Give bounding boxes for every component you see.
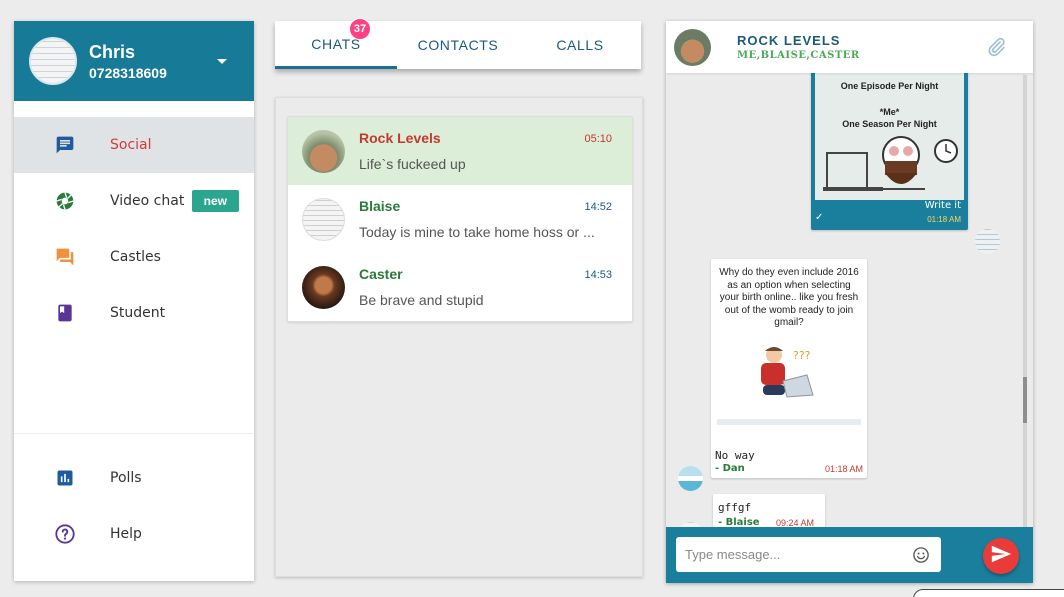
chat-icon [54, 134, 76, 156]
tab-contacts[interactable]: CONTACTS [397, 21, 519, 69]
nav-menu: Social Video chat new Castles Student [14, 117, 254, 341]
chat-time: 14:53 [584, 269, 612, 281]
profile-phone: 0728318609 [89, 64, 167, 81]
conversation-members: ME,BLAISE,CASTER [737, 50, 860, 61]
sidebar-item-label: Help [110, 526, 142, 542]
sidebar-item-castles[interactable]: Castles [14, 229, 254, 285]
avatar [678, 466, 703, 491]
chat-time: 14:52 [584, 201, 612, 213]
poll-icon [54, 467, 76, 489]
send-icon [990, 543, 1012, 570]
sidebar-item-label: Castles [110, 249, 161, 265]
chat-preview: Life`s fuckeed up [359, 156, 466, 172]
message-time: 01:18 AM [824, 464, 863, 474]
profile-name: Chris [89, 41, 136, 62]
meme-drawing [823, 136, 958, 191]
emoji-icon[interactable] [912, 546, 930, 564]
sidebar-item-label: Video chat [110, 193, 185, 209]
check-icon: ✓ [815, 212, 824, 223]
sidebar: Chris 0728318609 Social Video chat new C… [14, 21, 254, 581]
chat-list-item[interactable]: Caster Be brave and stupid 14:53 [288, 253, 632, 321]
message-text: No way [715, 449, 755, 462]
message-time: 09:24 AM [776, 518, 815, 527]
chat-preview: Be brave and stupid [359, 292, 484, 308]
svg-text:???: ??? [793, 349, 811, 362]
message-text: Write it [924, 200, 961, 211]
profile-header[interactable]: Chris 0728318609 [14, 21, 254, 101]
avatar [302, 129, 345, 173]
message-author: - Blaise [718, 517, 760, 527]
image-caption: Why do they even include 2016 as an opti… [719, 267, 859, 328]
tab-calls[interactable]: CALLS [519, 21, 641, 69]
unread-count-badge: 37 [349, 18, 371, 40]
sidebar-item-student[interactable]: Student [14, 285, 254, 341]
paperclip-icon[interactable] [985, 36, 1007, 58]
message-text: gffgf [718, 501, 752, 514]
sidebar-item-social[interactable]: Social [14, 117, 254, 173]
help-icon [54, 523, 76, 545]
outgoing-message[interactable]: One Episode Per Night *Me* One Season Pe… [811, 73, 968, 230]
baby-laptop-image: ??? [717, 347, 861, 425]
divider [14, 433, 254, 434]
avatar[interactable] [674, 28, 711, 66]
message-time: 01:18 AM [927, 215, 961, 224]
new-badge: new [191, 190, 239, 212]
chat-list-item[interactable]: Blaise Today is mine to take home hoss o… [288, 185, 632, 253]
chat-preview: Today is mine to take home hoss or ... [359, 224, 595, 240]
chat-list: Rock Levels Life`s fuckeed up 05:10 Blai… [287, 116, 633, 322]
message-composer [666, 527, 1033, 583]
conversation-panel: ROCK LEVELS ME,BLAISE,CASTER One Episode… [666, 21, 1033, 583]
incoming-message[interactable]: Why do they even include 2016 as an opti… [711, 259, 867, 478]
incoming-message[interactable]: gffgf - Blaise 09:24 AM [713, 494, 825, 527]
sidebar-item-polls[interactable]: Polls [14, 450, 254, 506]
conversation-header: ROCK LEVELS ME,BLAISE,CASTER [666, 21, 1033, 73]
sidebar-item-help[interactable]: Help [14, 506, 254, 562]
avatar [302, 265, 345, 309]
avatar [975, 229, 1000, 254]
avatar [302, 197, 345, 241]
send-button[interactable] [983, 538, 1019, 574]
tab-chats[interactable]: CHATS 37 [275, 18, 397, 69]
conversation-title: ROCK LEVELS [737, 33, 841, 48]
sidebar-item-label: Social [110, 137, 152, 153]
meme-image[interactable]: One Episode Per Night *Me* One Season Pe… [815, 73, 964, 200]
avatar[interactable] [29, 37, 77, 85]
tab-label: CALLS [556, 37, 604, 53]
scrollbar-track[interactable] [1023, 75, 1027, 527]
aperture-icon [54, 190, 76, 212]
sidebar-item-label: Polls [110, 470, 142, 486]
partial-element [913, 589, 1064, 597]
forum-icon [54, 246, 76, 268]
sidebar-item-video-chat[interactable]: Video chat new [14, 173, 254, 229]
tab-label: CONTACTS [417, 37, 499, 53]
message-list: One Episode Per Night *Me* One Season Pe… [666, 73, 1033, 527]
message-author: - Dan [715, 463, 745, 474]
sidebar-item-label: Student [110, 305, 166, 321]
tab-bar: CHATS 37 CONTACTS CALLS [275, 18, 641, 69]
chat-list-item[interactable]: Rock Levels Life`s fuckeed up 05:10 [288, 117, 632, 185]
nav-menu-secondary: Polls Help [14, 450, 254, 562]
message-input[interactable] [676, 537, 941, 572]
book-icon [54, 302, 76, 324]
scrollbar-thumb[interactable] [1023, 377, 1027, 423]
chat-list-panel: Rock Levels Life`s fuckeed up 05:10 Blai… [275, 97, 643, 577]
chat-time: 05:10 [584, 133, 612, 145]
chevron-down-icon[interactable] [217, 59, 227, 64]
